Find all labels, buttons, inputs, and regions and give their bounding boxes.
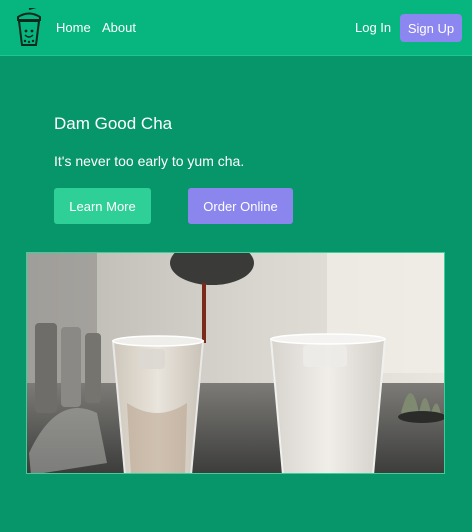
hero-subtitle: It's never too early to yum cha. bbox=[54, 153, 245, 169]
hero-title: Dam Good Cha bbox=[54, 114, 173, 133]
nav-home-link[interactable]: Home bbox=[56, 20, 91, 36]
login-link[interactable]: Log In bbox=[355, 20, 391, 36]
signup-button[interactable]: Sign Up bbox=[400, 14, 462, 42]
learn-more-button[interactable]: Learn More bbox=[54, 188, 151, 224]
order-online-button[interactable]: Order Online bbox=[188, 188, 293, 224]
boba-cup-logo[interactable] bbox=[14, 8, 44, 48]
navbar: Home About Log In Sign Up bbox=[0, 0, 472, 56]
milk-tea-photo bbox=[27, 253, 444, 473]
hero-image bbox=[26, 252, 445, 474]
nav-about-link[interactable]: About bbox=[102, 20, 136, 36]
